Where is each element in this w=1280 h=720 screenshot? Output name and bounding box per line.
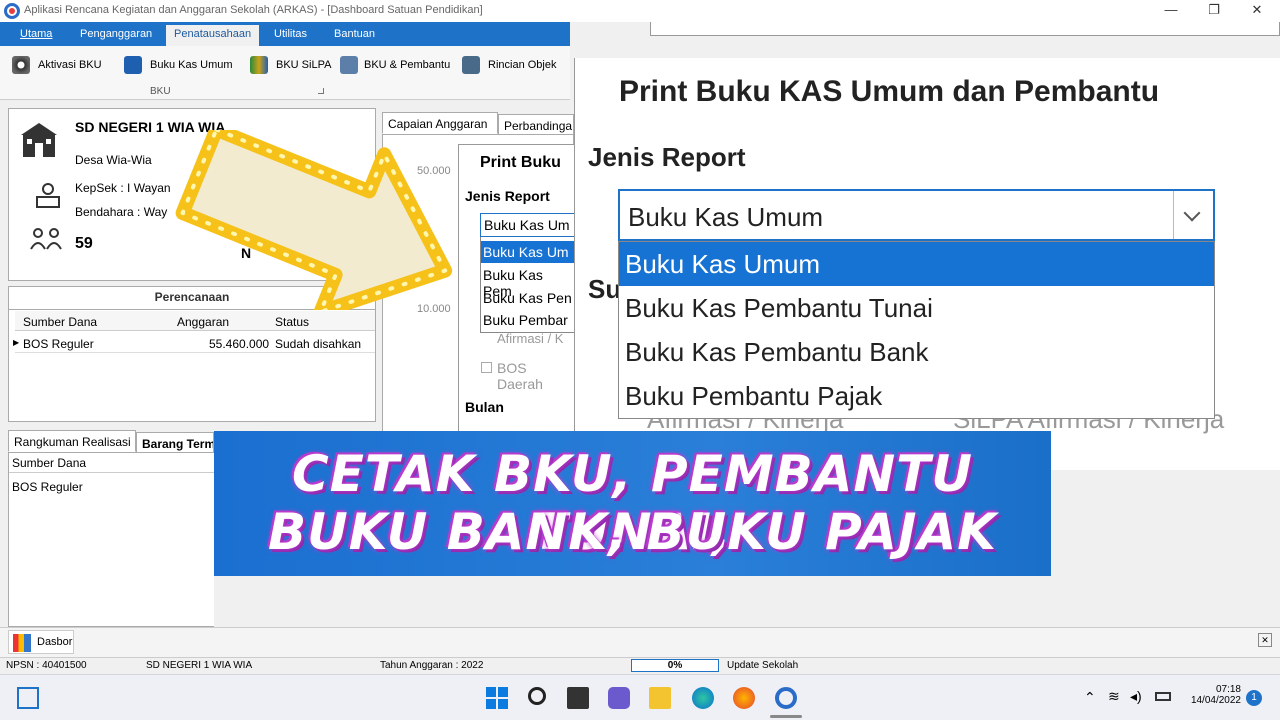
clock[interactable]: 07:18 14/04/2022 — [1183, 684, 1241, 706]
taskbar: ⌃ ≋ ◂) 07:18 14/04/2022 1 — [0, 674, 1280, 720]
bku-silpa-button[interactable]: BKU SiLPA — [250, 54, 331, 76]
col-status: Status — [275, 315, 310, 329]
minimize-button[interactable]: — — [1148, 1, 1194, 21]
status-school: SD NEGERI 1 WIA WIA — [146, 660, 253, 671]
menu-bar: Utama Penganggaran Penatausahaan Utilita… — [0, 22, 570, 46]
group-expand-icon[interactable] — [318, 88, 324, 94]
ribbon-toolbar: Aktivasi BKU Buku Kas Umum BKU SiLPA BKU… — [0, 46, 570, 100]
printer-icon — [462, 56, 480, 74]
tab-perbandingan[interactable]: Perbandinga — [498, 114, 574, 136]
dialog-title: Print Buku KAS Umum dan Pembantu — [619, 75, 1160, 108]
arkas-taskbar-icon[interactable] — [775, 687, 797, 709]
volume-icon[interactable]: ◂) — [1130, 688, 1142, 705]
dasbor-button[interactable]: Dasbor — [8, 630, 74, 654]
option-buku-kas-pembantu-bank[interactable]: Buku Kas Pembantu Bank — [619, 330, 1214, 374]
status-bar: NPSN : 40401500 SD NEGERI 1 WIA WIA Tahu… — [0, 657, 1280, 674]
row-pointer-icon: ▶ — [13, 338, 20, 347]
staff-icon — [36, 183, 60, 208]
report-select[interactable]: Buku Kas Um — [480, 213, 575, 237]
close-tab-icon[interactable]: ✕ — [1258, 633, 1272, 647]
group-label-bku: BKU — [150, 86, 171, 97]
tab-rangkuman-realisasi[interactable]: Rangkuman Realisasi — [8, 430, 136, 452]
marquee-arrow-icon — [175, 130, 453, 310]
option-buku-pembantu-pajak[interactable]: Buku Pembar — [483, 312, 568, 328]
option-buku-kas-umum[interactable]: Buku Kas Um — [480, 241, 575, 263]
disc-icon — [12, 56, 30, 74]
dasbor-icon — [13, 634, 31, 652]
student-count: 59 — [75, 235, 93, 252]
book-icon — [124, 56, 142, 74]
bos-daerah-checkbox[interactable] — [481, 362, 492, 373]
option-buku-kas-pembantu-tunai[interactable]: Buku Kas Pembantu Tunai — [619, 286, 1214, 330]
update-sekolah-label: Update Sekolah — [727, 660, 799, 671]
menu-utama[interactable]: Utama — [20, 28, 52, 40]
selected-report: Buku Kas Umum — [628, 202, 824, 232]
sumber-dana-partial-label: Su — [588, 274, 622, 304]
clock-date: 14/04/2022 — [1190, 695, 1241, 706]
widgets-icon[interactable] — [17, 687, 39, 709]
printer-icon — [340, 56, 358, 74]
col-sumber-dana: Sumber Dana — [23, 315, 98, 329]
tahun-anggaran: Tahun Anggaran : 2022 — [380, 660, 484, 671]
aktivasi-bku-button[interactable]: Aktivasi BKU — [12, 54, 112, 76]
wifi-icon[interactable]: ≋ — [1108, 688, 1120, 705]
option-buku-pembantu-pajak[interactable]: Buku Pembantu Pajak — [619, 374, 1214, 418]
dialog-title: Print Buku — [480, 154, 561, 171]
arkas-logo-icon — [4, 3, 20, 19]
report-select[interactable]: Buku Kas Umum — [618, 189, 1215, 241]
cell-sumber-dana: BOS Reguler — [23, 337, 94, 351]
maximize-button[interactable]: ❐ — [1191, 1, 1237, 21]
chevron-up-icon[interactable]: ⌃ — [1084, 689, 1096, 706]
notification-badge[interactable]: 1 — [1246, 690, 1262, 706]
tab-barang-term[interactable]: Barang Term — [136, 432, 214, 454]
cell-sumber-dana: BOS Reguler — [12, 480, 83, 494]
col-sumber-dana: Sumber Dana — [12, 456, 87, 470]
title-bar: Aplikasi Rencana Kegiatan dan Anggaran S… — [0, 0, 1280, 22]
window-title: Aplikasi Rencana Kegiatan dan Anggaran S… — [24, 4, 483, 16]
battery-icon[interactable] — [1155, 692, 1171, 701]
school-building-icon — [21, 123, 57, 157]
jenis-report-label: Jenis Report — [588, 142, 746, 172]
cell-anggaran: 55.460.000 — [209, 337, 270, 351]
close-button[interactable]: ✕ — [1234, 1, 1280, 21]
students-icon — [30, 228, 62, 250]
bendahara-label: Bendahara : Way — [75, 205, 168, 219]
background-window-edge — [650, 22, 1280, 36]
option-buku-kas-pembantu-bank[interactable]: Buku Kas Pen — [483, 290, 572, 306]
kepsek-label: KepSek : I Wayan — [75, 181, 171, 195]
report-dropdown-list: Buku Kas Umum Buku Kas Pembantu Tunai Bu… — [618, 241, 1215, 419]
realisasi-panel: Sumber Dana BOS Reguler — [8, 452, 214, 627]
menu-utilitas[interactable]: Utilitas — [274, 28, 307, 40]
school-village: Desa Wia-Wia — [75, 153, 152, 167]
npsn-label: NPSN : 40401500 — [6, 660, 87, 671]
menu-bantuan[interactable]: Bantuan — [334, 28, 375, 40]
progress-bar: 0% — [631, 659, 719, 672]
headline-banner: CETAK BKU, PEMBANTU TUNAI, BUKU BANK, BU… — [214, 431, 1051, 576]
menu-penatausahaan[interactable]: Penatausahaan — [166, 25, 260, 46]
clock-time: 07:18 — [1215, 684, 1241, 695]
file-explorer-icon[interactable] — [649, 687, 671, 709]
bos-daerah-label: BOS Daerah — [497, 360, 543, 392]
books-icon — [250, 56, 268, 74]
edge-browser-icon[interactable] — [692, 687, 714, 709]
menu-penganggaran[interactable]: Penganggaran — [80, 28, 152, 40]
buku-kas-umum-button[interactable]: Buku Kas Umum — [124, 54, 234, 76]
col-anggaran: Anggaran — [177, 315, 230, 329]
banner-line-2: BUKU BANK, BUKU PAJAK — [268, 503, 997, 561]
afirmasi-option: Afirmasi / K — [497, 331, 564, 346]
task-view-icon[interactable] — [567, 687, 589, 709]
start-icon[interactable] — [486, 687, 508, 709]
chat-icon[interactable] — [608, 687, 630, 709]
bulan-label: Bulan — [465, 399, 504, 415]
bku-pembantu-button[interactable]: BKU & Pembantu — [340, 54, 450, 76]
firefox-icon[interactable] — [733, 687, 755, 709]
option-buku-kas-umum[interactable]: Buku Kas Umum — [619, 242, 1214, 286]
dasbor-bar: Dasbor ✕ — [0, 627, 1280, 657]
search-icon[interactable] — [528, 687, 546, 705]
chevron-down-icon[interactable] — [1173, 191, 1213, 239]
print-dialog-zoomed: Print Buku KAS Umum dan Pembantu Jenis R… — [574, 58, 1280, 470]
rincian-objek-button[interactable]: Rincian Objek — [462, 54, 562, 76]
cell-status: Sudah disahkan — [275, 337, 362, 351]
